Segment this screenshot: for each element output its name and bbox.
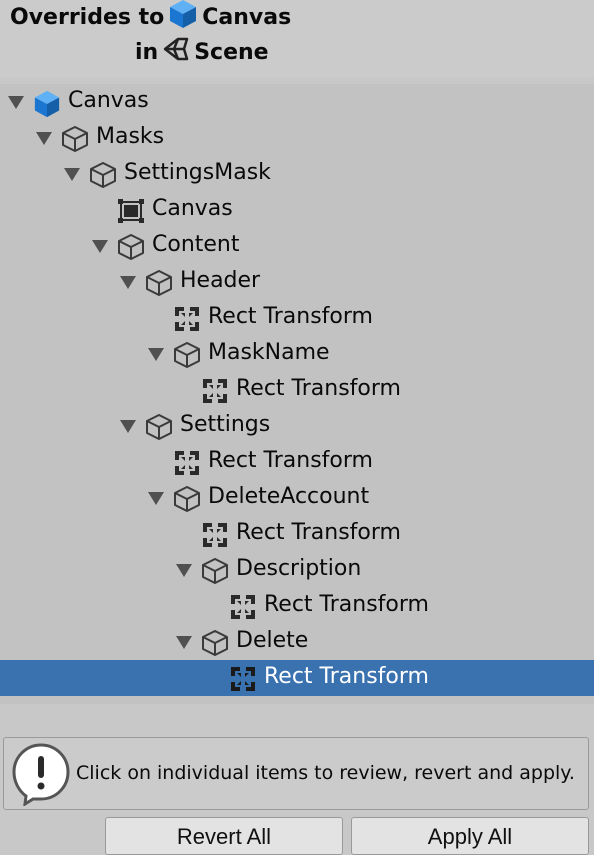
tree-row[interactable]: Masks bbox=[0, 120, 594, 156]
tree-row[interactable]: DeleteAccount bbox=[0, 480, 594, 516]
tree-row-label: Description bbox=[236, 556, 362, 581]
tree-row-label: Rect Transform bbox=[236, 376, 401, 401]
expand-arrow-icon[interactable] bbox=[92, 240, 108, 253]
tree-row[interactable]: MaskName bbox=[0, 336, 594, 372]
tree-row-label: MaskName bbox=[208, 340, 330, 365]
scene-label: Scene bbox=[194, 39, 269, 65]
tree-row-label: Rect Transform bbox=[264, 664, 429, 689]
tree-row-label: Rect Transform bbox=[208, 448, 373, 473]
tree-row[interactable]: Canvas bbox=[0, 84, 594, 120]
in-label: in bbox=[135, 39, 159, 65]
gameobject-cube-icon bbox=[201, 629, 229, 657]
tree-row-label: Canvas bbox=[68, 88, 149, 113]
tree-row-label: Rect Transform bbox=[264, 592, 429, 617]
tree-row-label: Content bbox=[152, 232, 240, 257]
gameobject-cube-icon bbox=[145, 413, 173, 441]
overrides-prefix: Overrides to bbox=[10, 4, 165, 30]
prefab-cube-blue-icon bbox=[33, 89, 61, 118]
expand-arrow-icon[interactable] bbox=[176, 636, 192, 649]
apply-all-button[interactable]: Apply All bbox=[351, 817, 589, 855]
gameobject-cube-icon bbox=[173, 485, 201, 513]
gameobject-cube-icon bbox=[145, 269, 173, 297]
tree-row-label: Delete bbox=[236, 628, 309, 653]
gameobject-cube-icon bbox=[201, 557, 229, 585]
expand-arrow-icon[interactable] bbox=[148, 492, 164, 505]
expand-arrow-icon[interactable] bbox=[120, 276, 136, 289]
unity-scene-icon bbox=[162, 36, 190, 68]
tree-row-label: Canvas bbox=[152, 196, 233, 221]
tree-row[interactable]: Rect Transform bbox=[0, 372, 594, 408]
overrides-header: Overrides to Canvas in Scene bbox=[0, 0, 594, 77]
expand-arrow-icon[interactable] bbox=[36, 132, 52, 145]
gameobject-cube-icon bbox=[61, 125, 89, 153]
tree-row[interactable]: Header bbox=[0, 264, 594, 300]
rect-transform-icon bbox=[173, 305, 201, 333]
tree-row[interactable]: Settings bbox=[0, 408, 594, 444]
gameobject-cube-icon bbox=[173, 341, 201, 369]
expand-arrow-icon[interactable] bbox=[176, 564, 192, 577]
expand-arrow-icon[interactable] bbox=[64, 168, 80, 181]
tree-row[interactable]: Rect Transform bbox=[0, 444, 594, 480]
revert-all-button[interactable]: Revert All bbox=[105, 817, 343, 855]
tree-row[interactable]: Content bbox=[0, 228, 594, 264]
tree-row-label: Rect Transform bbox=[208, 304, 373, 329]
gameobject-cube-icon bbox=[89, 161, 117, 189]
overrides-scene-line: in Scene bbox=[135, 35, 269, 69]
expand-arrow-icon[interactable] bbox=[8, 96, 24, 109]
overrides-target: Canvas bbox=[202, 4, 292, 30]
tree-row[interactable]: Rect Transform bbox=[0, 516, 594, 552]
help-text: Click on individual items to review, rev… bbox=[76, 762, 575, 784]
rect-transform-icon bbox=[229, 593, 257, 621]
rect-transform-icon bbox=[201, 521, 229, 549]
tree-row-label: Masks bbox=[96, 124, 165, 149]
tree-row[interactable]: Rect Transform bbox=[0, 588, 594, 624]
tree-row[interactable]: Delete bbox=[0, 624, 594, 660]
tree-row[interactable]: Canvas bbox=[0, 192, 594, 228]
expand-arrow-icon[interactable] bbox=[120, 420, 136, 433]
tree-row-label: Rect Transform bbox=[236, 520, 401, 545]
expand-arrow-icon[interactable] bbox=[148, 348, 164, 361]
overrides-title-line: Overrides to Canvas bbox=[10, 0, 291, 34]
tree-row-label: Settings bbox=[180, 412, 271, 437]
prefab-cube-blue-icon bbox=[168, 0, 198, 36]
tree-row[interactable]: Rect Transform bbox=[0, 300, 594, 336]
gameobject-cube-icon bbox=[117, 233, 145, 261]
tree-row[interactable]: SettingsMask bbox=[0, 156, 594, 192]
rect-transform-icon bbox=[201, 377, 229, 405]
overrides-tree: Canvas Masks SettingsMask Canvas Content Head… bbox=[0, 84, 594, 704]
info-exclamation-icon bbox=[11, 742, 71, 807]
tree-row[interactable]: Description bbox=[0, 552, 594, 588]
canvas-component-icon bbox=[117, 197, 145, 225]
tree-row[interactable]: Rect Transform bbox=[0, 660, 594, 696]
help-box: Click on individual items to review, rev… bbox=[3, 737, 589, 810]
rect-transform-icon bbox=[173, 449, 201, 477]
tree-row-label: DeleteAccount bbox=[208, 484, 370, 509]
tree-row-label: SettingsMask bbox=[124, 160, 271, 185]
tree-row-label: Header bbox=[180, 268, 261, 293]
rect-transform-icon bbox=[229, 665, 257, 693]
